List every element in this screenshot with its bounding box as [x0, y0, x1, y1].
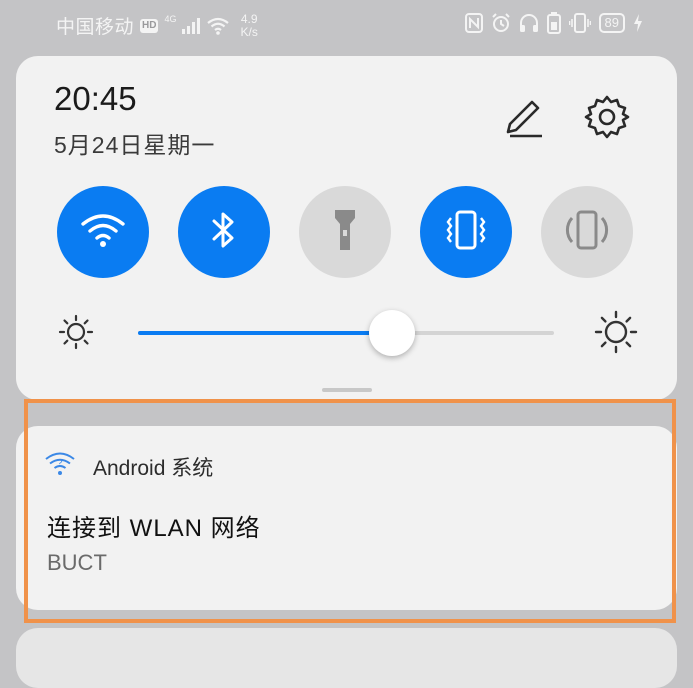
- speed-unit: K/s: [240, 24, 258, 39]
- status-bar-left: 中国移动 HD 4G 4.9 K/s: [56, 12, 258, 39]
- nfc-icon: [464, 13, 483, 33]
- wifi-status-icon: [206, 17, 230, 35]
- notification-card[interactable]: ? Android 系统 连接到 WLAN 网络 BUCT: [16, 426, 677, 610]
- headphones-icon: [519, 13, 539, 33]
- carrier-name: 中国移动: [56, 17, 135, 38]
- wifi-icon: [80, 212, 126, 253]
- notification-text: BUCT: [47, 550, 107, 575]
- notification-title: 连接到 WLAN 网络: [47, 515, 261, 542]
- next-notification-card[interactable]: [16, 628, 677, 688]
- speed-value: 4.9: [240, 11, 258, 26]
- signal-icon: [182, 17, 201, 34]
- status-bar: 中国移动 HD 4G 4.9 K/s 89: [0, 0, 693, 50]
- brightness-fill: [138, 331, 392, 335]
- network-speed: 4.9 K/s: [240, 11, 258, 39]
- clock-time: 20:45: [54, 80, 137, 117]
- notification-app-name: Android 系统: [93, 457, 214, 480]
- quick-settings-panel: 20:45 5月24日星期一: [16, 56, 677, 400]
- charging-icon: [633, 14, 643, 32]
- brightness-high-icon: [594, 310, 638, 359]
- bluetooth-toggle[interactable]: [178, 186, 270, 278]
- rotate-icon: [564, 208, 610, 257]
- wifi-question-icon: ?: [44, 450, 76, 483]
- auto-rotate-toggle[interactable]: [541, 186, 633, 278]
- panel-drag-handle[interactable]: [322, 388, 372, 392]
- edit-icon[interactable]: [502, 96, 546, 145]
- hd-badge: HD: [140, 18, 159, 33]
- vibrate-status-icon: [568, 13, 591, 33]
- bluetooth-icon: [210, 210, 238, 255]
- battery-indicator: 89: [598, 13, 625, 33]
- brightness-slider[interactable]: [138, 310, 554, 356]
- alarm-icon: [491, 13, 511, 33]
- status-bar-right: 89: [464, 12, 643, 34]
- settings-gear-icon[interactable]: [584, 94, 630, 145]
- network-type: 4G: [164, 13, 177, 24]
- battery-saver-icon: [546, 12, 561, 34]
- vibrate-toggle[interactable]: [420, 186, 512, 278]
- clock-date: 5月24日星期一: [54, 132, 216, 158]
- flashlight-toggle[interactable]: [299, 186, 391, 278]
- brightness-thumb[interactable]: [368, 310, 415, 356]
- wlan-toggle[interactable]: [57, 186, 149, 278]
- vibrate-icon: [443, 210, 489, 255]
- svg-text:?: ?: [57, 458, 63, 469]
- brightness-low-icon: [58, 314, 94, 355]
- flashlight-icon: [333, 208, 357, 257]
